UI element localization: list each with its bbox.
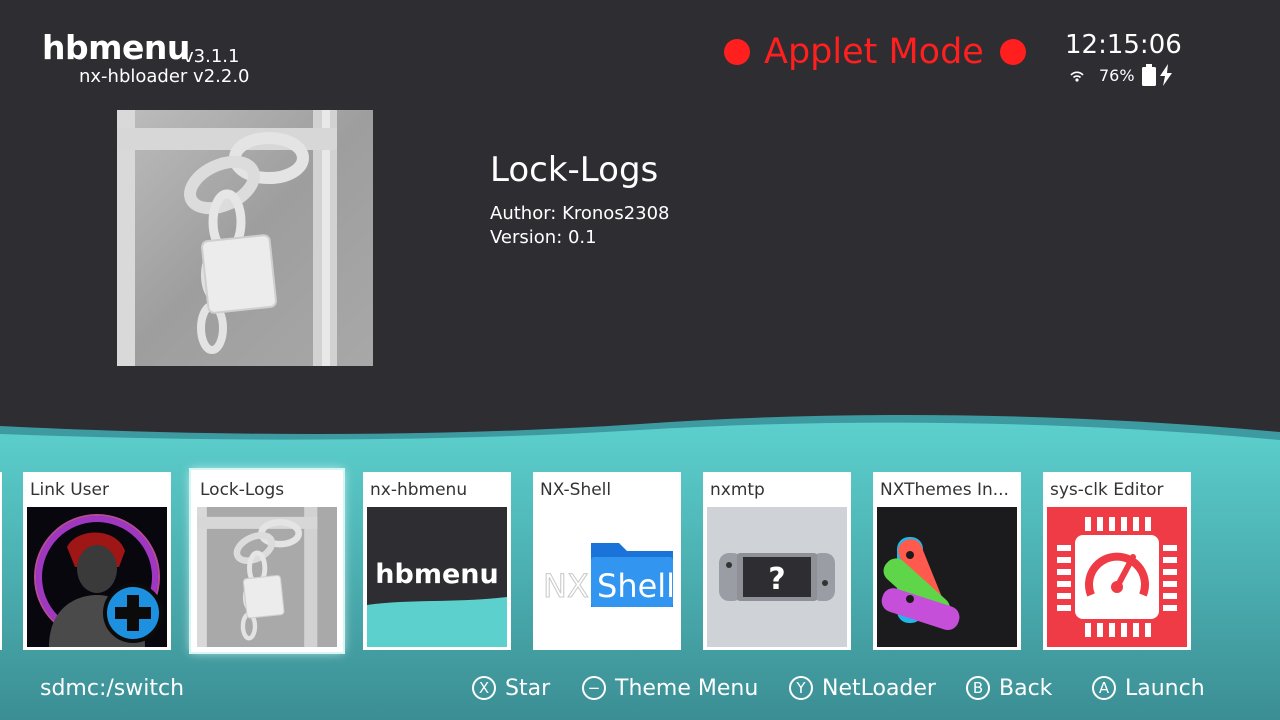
app-tile-link-user[interactable]: Link User [23, 472, 171, 650]
folder-icon: NX Shell [537, 507, 677, 647]
netloader-button[interactable]: Y NetLoader [789, 672, 936, 704]
hint-label: NetLoader [822, 675, 936, 701]
padlock-chain-icon [117, 110, 373, 366]
app-tile-lock-logs[interactable]: Lock-Logs [191, 470, 343, 652]
hint-label: Launch [1125, 675, 1205, 701]
a-button-icon: A [1092, 676, 1116, 700]
hint-label: Back [999, 675, 1053, 701]
tile-label: Link User [30, 480, 109, 500]
wifi-icon [1070, 71, 1084, 82]
x-button-icon: X [472, 676, 496, 700]
app-detail-version: Version: 0.1 [490, 227, 597, 248]
tile-label: NX-Shell [540, 480, 612, 500]
hint-label: Star [505, 675, 551, 701]
app-tile-sys-clk-editor[interactable]: sys-clk Editor [1043, 472, 1191, 650]
switch-console-icon: ? [707, 507, 847, 647]
app-tile-nxmtp[interactable]: nxmtp ? [703, 472, 851, 650]
tile-label: nx-hbmenu [370, 480, 468, 500]
tile-label: nxmtp [710, 480, 765, 500]
app-version: v3.1.1 [183, 46, 240, 67]
launch-button[interactable]: A Launch [1092, 672, 1205, 704]
applet-mode-indicator: Applet Mode [724, 30, 1026, 74]
question-mark-glyph: ? [768, 562, 785, 597]
y-button-icon: Y [789, 676, 813, 700]
loader-version: nx-hbloader v2.2.0 [79, 66, 250, 87]
back-button[interactable]: B Back [966, 672, 1052, 704]
hint-label: Theme Menu [615, 675, 759, 701]
tile-partial-left[interactable] [0, 472, 2, 650]
tile-label: Lock-Logs [200, 480, 285, 500]
b-button-icon: B [966, 676, 990, 700]
app-title: hbmenu [42, 28, 190, 67]
app-detail-author: Author: Kronos2308 [490, 203, 670, 224]
app-tile-nx-shell[interactable]: NX-Shell NX Shell [533, 472, 681, 650]
current-path: sdmc:/switch [40, 676, 185, 701]
clock: 12:15:06 [1065, 30, 1182, 60]
nx-shell-logo-shell: Shell [597, 567, 675, 605]
battery-percent: 76% [1099, 65, 1135, 85]
red-dot-icon [724, 39, 750, 65]
padlock-chain-icon [197, 507, 337, 647]
app-tile-nxthemes-installer[interactable]: NXThemes In... [873, 472, 1021, 650]
joycon-fan-icon [877, 507, 1017, 647]
theme-menu-button[interactable]: − Theme Menu [582, 672, 758, 704]
red-dot-icon [999, 39, 1026, 65]
star-button[interactable]: X Star [472, 672, 550, 704]
tile-label: sys-clk Editor [1050, 480, 1164, 500]
minus-button-icon: − [582, 676, 606, 700]
charging-icon [1159, 64, 1172, 86]
status-bar: 76% [1069, 64, 1173, 86]
cpu-gauge-icon [1047, 507, 1187, 647]
hbmenu-logo-text: hbmenu [375, 559, 498, 590]
app-detail-title: Lock-Logs [490, 150, 659, 190]
nx-shell-logo-nx: NX [543, 567, 589, 605]
tile-label: NXThemes In... [880, 480, 1009, 500]
link-user-icon [27, 507, 167, 647]
hbmenu-logo-icon: hbmenu [367, 507, 507, 647]
app-tile-nx-hbmenu[interactable]: nx-hbmenu hbmenu [363, 472, 511, 650]
battery-icon [1141, 64, 1156, 86]
applet-mode-label: Applet Mode [764, 32, 984, 72]
